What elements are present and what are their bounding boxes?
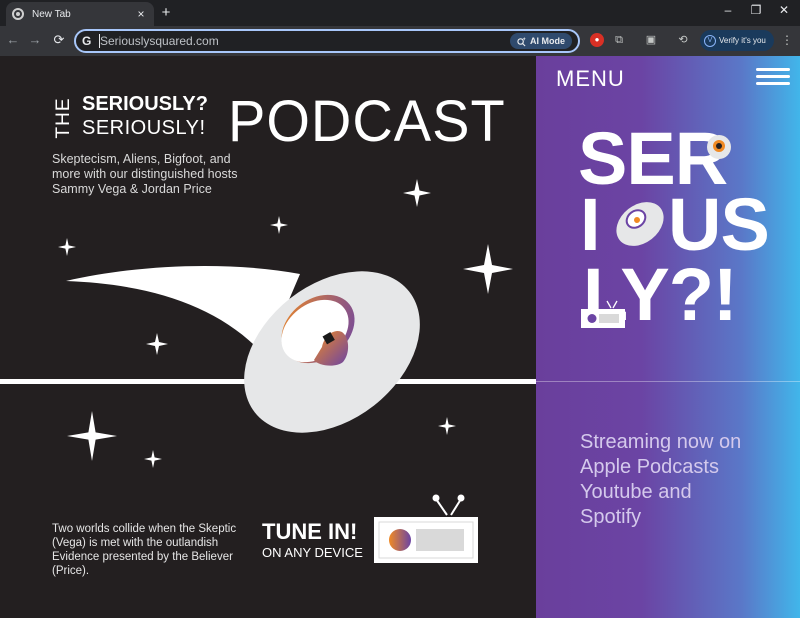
minimize-button[interactable]: – bbox=[718, 3, 738, 17]
brand-row-2-rest: US bbox=[668, 183, 770, 266]
eyeball-icon bbox=[707, 135, 731, 159]
shield-extension-icon[interactable]: ● bbox=[590, 33, 604, 47]
tab-title: New Tab bbox=[32, 8, 71, 20]
verify-profile-button[interactable]: V Verify it's you bbox=[700, 30, 774, 51]
reload-button[interactable]: ⟳ bbox=[50, 32, 68, 48]
tab-close-icon[interactable]: × bbox=[134, 7, 148, 21]
menu-label[interactable]: MENU bbox=[556, 66, 625, 92]
streaming-info: Streaming now on Apple Podcasts Youtube … bbox=[580, 430, 780, 530]
tv-icon bbox=[374, 494, 478, 563]
logo-podcast: PODCAST bbox=[228, 87, 506, 154]
restore-button[interactable]: ❐ bbox=[746, 3, 766, 17]
tune-in-heading: TUNE IN! bbox=[262, 519, 358, 544]
logo-seriously-question: SERIOUSLY? bbox=[82, 93, 208, 115]
tab-search-icon[interactable]: ▣ bbox=[644, 33, 658, 47]
webpage: THE SERIOUSLY? SERIOUSLY! PODCAST Skepte… bbox=[0, 56, 800, 618]
logo-seriously-exclaim: SERIOUSLY! bbox=[82, 117, 206, 139]
streaming-line[interactable]: Apple Podcasts bbox=[580, 455, 780, 480]
tagline: Skeptecism, Aliens, Bigfoot, and more wi… bbox=[52, 152, 238, 196]
new-tab-button[interactable]: + bbox=[158, 4, 174, 21]
browser-menu-icon[interactable]: ⋮ bbox=[780, 33, 794, 47]
avatar: V bbox=[704, 34, 716, 47]
puzzle-extension-icon[interactable]: ⧉ bbox=[612, 33, 626, 47]
any-device-subheading: ON ANY DEVICE bbox=[262, 545, 363, 560]
chrome-favicon-icon bbox=[12, 8, 24, 20]
brand-row-2-letter: I bbox=[580, 183, 601, 266]
verify-label: Verify it's you bbox=[719, 36, 766, 45]
ai-mode-label: AI Mode bbox=[530, 36, 565, 46]
hamburger-menu-icon[interactable] bbox=[756, 68, 790, 86]
small-tv-icon bbox=[581, 300, 625, 328]
address-input[interactable]: Seriouslysquared.com bbox=[100, 34, 219, 48]
streaming-line[interactable]: Youtube and bbox=[580, 480, 780, 505]
streaming-line: Streaming now on bbox=[580, 431, 742, 453]
ufo-o-icon bbox=[616, 202, 664, 246]
tab-new-tab[interactable]: New Tab × bbox=[6, 2, 154, 26]
google-icon: G bbox=[82, 34, 92, 48]
tab-bar: New Tab × + – ❐ ✕ bbox=[0, 0, 800, 26]
streaming-line[interactable]: Spotify bbox=[580, 505, 780, 530]
sparkle-search-icon bbox=[517, 36, 526, 46]
story-text: Two worlds collide when the Skeptic (Veg… bbox=[52, 523, 237, 577]
back-button[interactable]: ← bbox=[4, 32, 22, 47]
close-window-button[interactable]: ✕ bbox=[774, 3, 794, 17]
browser-toolbar: ← → ⟳ G Seriouslysquared.com AI Mode ● ⧉… bbox=[0, 26, 800, 56]
address-bar[interactable]: G Seriouslysquared.com AI Mode bbox=[74, 29, 580, 53]
sync-icon[interactable]: ⟲ bbox=[676, 33, 690, 47]
forward-button[interactable]: → bbox=[26, 32, 44, 47]
logo-the: THE bbox=[53, 97, 74, 139]
ai-mode-button[interactable]: AI Mode bbox=[510, 33, 572, 49]
panel-divider bbox=[536, 381, 800, 382]
